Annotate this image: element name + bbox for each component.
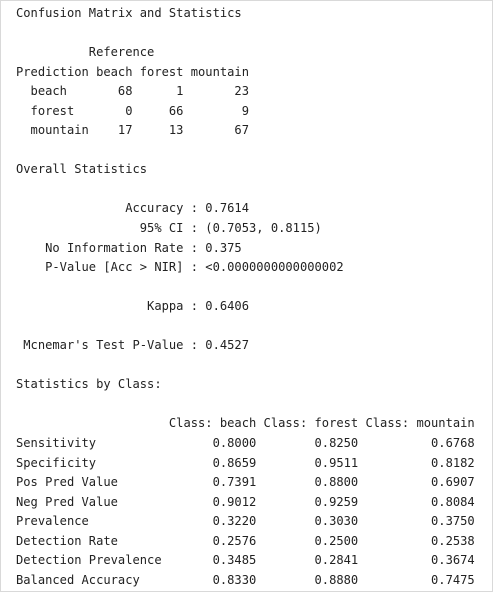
console-output-text: Confusion Matrix and Statistics Referenc… xyxy=(16,4,475,590)
console-output-panel: Confusion Matrix and Statistics Referenc… xyxy=(0,0,493,592)
class-row-detection-prevalence: Detection Prevalence 0.3485 0.2841 0.367… xyxy=(16,553,475,568)
stat-kappa: Kappa : 0.6406 xyxy=(16,299,249,314)
matrix-row-mountain: mountain 17 13 67 xyxy=(16,123,249,138)
class-row-pos-pred-value: Pos Pred Value 0.7391 0.8800 0.6907 xyxy=(16,475,475,490)
class-row-prevalence: Prevalence 0.3220 0.3030 0.3750 xyxy=(16,514,475,529)
stat-mcnemar-p-value: Mcnemar's Test P-Value : 0.4527 xyxy=(16,338,249,353)
stat-confidence-interval: 95% CI : (0.7053, 0.8115) xyxy=(16,221,322,236)
class-column-header: Class: beach Class: forest Class: mounta… xyxy=(16,416,475,431)
class-row-specificity: Specificity 0.8659 0.9511 0.8182 xyxy=(16,455,475,470)
stat-accuracy: Accuracy : 0.7614 xyxy=(16,201,249,216)
class-row-neg-pred-value: Neg Pred Value 0.9012 0.9259 0.8084 xyxy=(16,494,475,509)
heading-confusion-matrix: Confusion Matrix and Statistics xyxy=(16,6,242,20)
class-row-balanced-accuracy: Balanced Accuracy 0.8330 0.8880 0.7475 xyxy=(16,572,475,587)
matrix-row-beach: beach 68 1 23 xyxy=(16,84,249,99)
stat-no-information-rate: No Information Rate : 0.375 xyxy=(16,240,242,255)
matrix-column-header: Prediction beach forest mountain xyxy=(16,64,249,79)
heading-statistics-by-class: Statistics by Class: xyxy=(16,377,162,392)
matrix-reference-header: Reference xyxy=(16,45,155,60)
heading-overall-statistics: Overall Statistics xyxy=(16,162,148,177)
matrix-row-forest: forest 0 66 9 xyxy=(16,103,249,118)
class-row-sensitivity: Sensitivity 0.8000 0.8250 0.6768 xyxy=(16,436,475,451)
class-row-detection-rate: Detection Rate 0.2576 0.2500 0.2538 xyxy=(16,533,475,548)
stat-p-value: P-Value [Acc > NIR] : <0.000000000000000… xyxy=(16,260,344,275)
